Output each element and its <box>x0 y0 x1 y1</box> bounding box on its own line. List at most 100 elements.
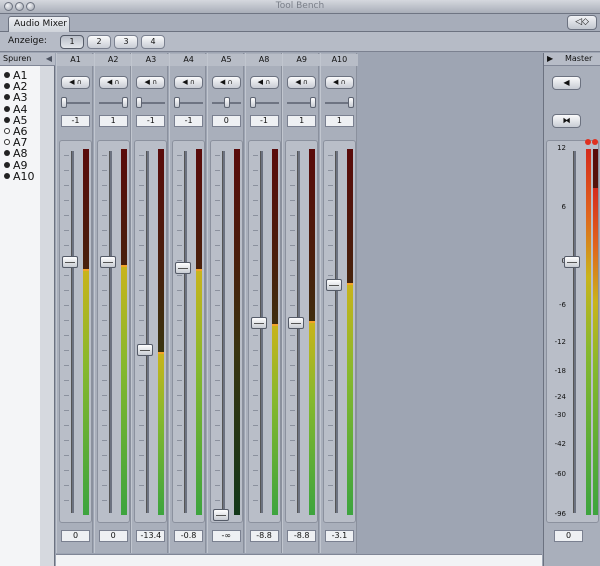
view-button-3[interactable]: 3 <box>114 35 138 49</box>
view-toolbar: Anzeige: 1 2 3 4 <box>0 32 600 52</box>
mute-solo-buttons[interactable]: ◀ ∩ <box>249 76 279 89</box>
clip-indicator-icon[interactable] <box>585 139 591 145</box>
fader-handle[interactable] <box>212 509 229 521</box>
fader-track[interactable] <box>184 151 188 513</box>
track-enabled-dot-icon[interactable] <box>4 83 10 90</box>
fader-handle[interactable] <box>99 256 116 269</box>
meter-level <box>309 321 316 515</box>
pan-value-field[interactable]: 1 <box>287 115 317 127</box>
fader-handle[interactable] <box>325 279 342 292</box>
fader-handle[interactable] <box>62 256 78 269</box>
track-enabled-dot-icon[interactable] <box>4 94 10 101</box>
fader-tick <box>139 245 145 246</box>
master-fader-handle[interactable] <box>564 256 580 269</box>
pan-knob[interactable] <box>310 97 317 108</box>
track-enabled-dot-icon[interactable] <box>4 150 10 157</box>
master-mute-button[interactable]: ◀ <box>552 76 581 90</box>
pan-value-field[interactable]: 1 <box>324 115 354 127</box>
pan-value-field[interactable]: -1 <box>174 115 204 127</box>
meter-level <box>271 324 278 515</box>
pan-knob[interactable] <box>61 97 67 108</box>
pan-knob[interactable] <box>174 97 181 108</box>
level-value-field[interactable]: -3.1 <box>324 530 354 542</box>
pan-value-field[interactable]: 0 <box>211 115 241 127</box>
level-meter <box>309 149 316 515</box>
fader-panel <box>96 140 130 523</box>
pan-knob[interactable] <box>223 97 230 108</box>
tab-audio-mixer[interactable]: Audio Mixer <box>8 16 70 32</box>
fader-track[interactable] <box>146 151 150 513</box>
level-value-field[interactable]: 0 <box>61 530 90 542</box>
mute-solo-buttons[interactable]: ◀ ∩ <box>174 76 204 89</box>
collapse-arrow-icon[interactable]: ◀ <box>46 54 52 63</box>
mute-solo-buttons[interactable]: ◀ ∩ <box>287 76 317 89</box>
pan-knob[interactable] <box>347 97 354 108</box>
fader-tick <box>101 275 107 276</box>
fader-handle[interactable] <box>288 317 305 330</box>
view-button-4[interactable]: 4 <box>141 35 165 49</box>
track-enabled-dot-icon[interactable] <box>4 139 10 146</box>
fader-tick <box>177 395 183 396</box>
fader-tick <box>290 485 296 486</box>
pan-value-field[interactable]: 1 <box>98 115 128 127</box>
fader-tick <box>252 425 258 426</box>
fader-tick <box>214 380 220 381</box>
track-enabled-dot-icon[interactable] <box>4 72 10 78</box>
pan-value-field[interactable]: -1 <box>61 115 90 127</box>
fader-tick <box>327 260 333 261</box>
clip-indicator-icon[interactable] <box>592 139 598 145</box>
level-value-field[interactable]: -8.8 <box>249 530 279 542</box>
track-enabled-dot-icon[interactable] <box>4 172 10 179</box>
mute-solo-buttons[interactable]: ◀ ∩ <box>98 76 128 89</box>
fader-track[interactable] <box>71 151 74 513</box>
fader-handle[interactable] <box>137 343 154 356</box>
track-enabled-dot-icon[interactable] <box>4 161 10 168</box>
track-enabled-dot-icon[interactable] <box>4 116 10 123</box>
level-meter <box>83 149 89 515</box>
view-button-2[interactable]: 2 <box>87 35 111 49</box>
fader-handle[interactable] <box>250 317 267 330</box>
expand-arrow-icon[interactable]: ▶ <box>547 54 553 63</box>
master-downmix-button[interactable]: ⧓ <box>552 114 581 128</box>
level-value-field[interactable]: -0.8 <box>174 530 204 542</box>
fader-tick <box>64 155 69 156</box>
level-value-field[interactable]: -13.4 <box>136 530 166 542</box>
meter-background <box>233 149 240 515</box>
mute-solo-buttons[interactable]: ◀ ∩ <box>61 76 90 89</box>
fader-tick <box>177 380 183 381</box>
track-enabled-dot-icon[interactable] <box>4 128 10 134</box>
pan-knob[interactable] <box>136 97 143 108</box>
fader-tick <box>214 410 220 411</box>
level-value-field[interactable]: 0 <box>98 530 128 542</box>
fader-track[interactable] <box>259 151 263 513</box>
master-fader-track[interactable] <box>573 151 576 513</box>
fader-track[interactable] <box>108 151 112 513</box>
fader-tick <box>139 440 145 441</box>
fader-track[interactable] <box>297 151 301 513</box>
fader-track[interactable] <box>221 151 225 513</box>
fader-tick <box>252 470 258 471</box>
fader-tick <box>327 455 333 456</box>
track-item[interactable]: A10 <box>4 171 35 182</box>
fader-tick <box>177 335 183 336</box>
mute-solo-buttons[interactable]: ◀ ∩ <box>136 76 166 89</box>
fader-tick <box>64 500 69 501</box>
level-value-field[interactable]: -∞ <box>211 530 241 542</box>
pan-value-field[interactable]: -1 <box>136 115 166 127</box>
pan-value-field[interactable]: -1 <box>249 115 279 127</box>
pan-knob[interactable] <box>121 97 128 108</box>
master-level-field[interactable]: 0 <box>554 530 583 542</box>
fader-track[interactable] <box>334 151 338 513</box>
fader-handle[interactable] <box>175 262 192 275</box>
mute-solo-buttons[interactable]: ◀ ∩ <box>211 76 241 89</box>
master-meter-level <box>586 149 591 515</box>
view-button-1[interactable]: 1 <box>60 35 84 49</box>
mute-solo-buttons[interactable]: ◀ ∩ <box>324 76 354 89</box>
track-enabled-dot-icon[interactable] <box>4 105 10 112</box>
fader-panel <box>209 140 243 523</box>
pan-knob[interactable] <box>249 97 256 108</box>
level-value-field[interactable]: -8.8 <box>287 530 317 542</box>
fader-tick <box>139 470 145 471</box>
speaker-icon[interactable]: ◁◇ <box>567 15 597 30</box>
level-meter <box>271 149 278 515</box>
